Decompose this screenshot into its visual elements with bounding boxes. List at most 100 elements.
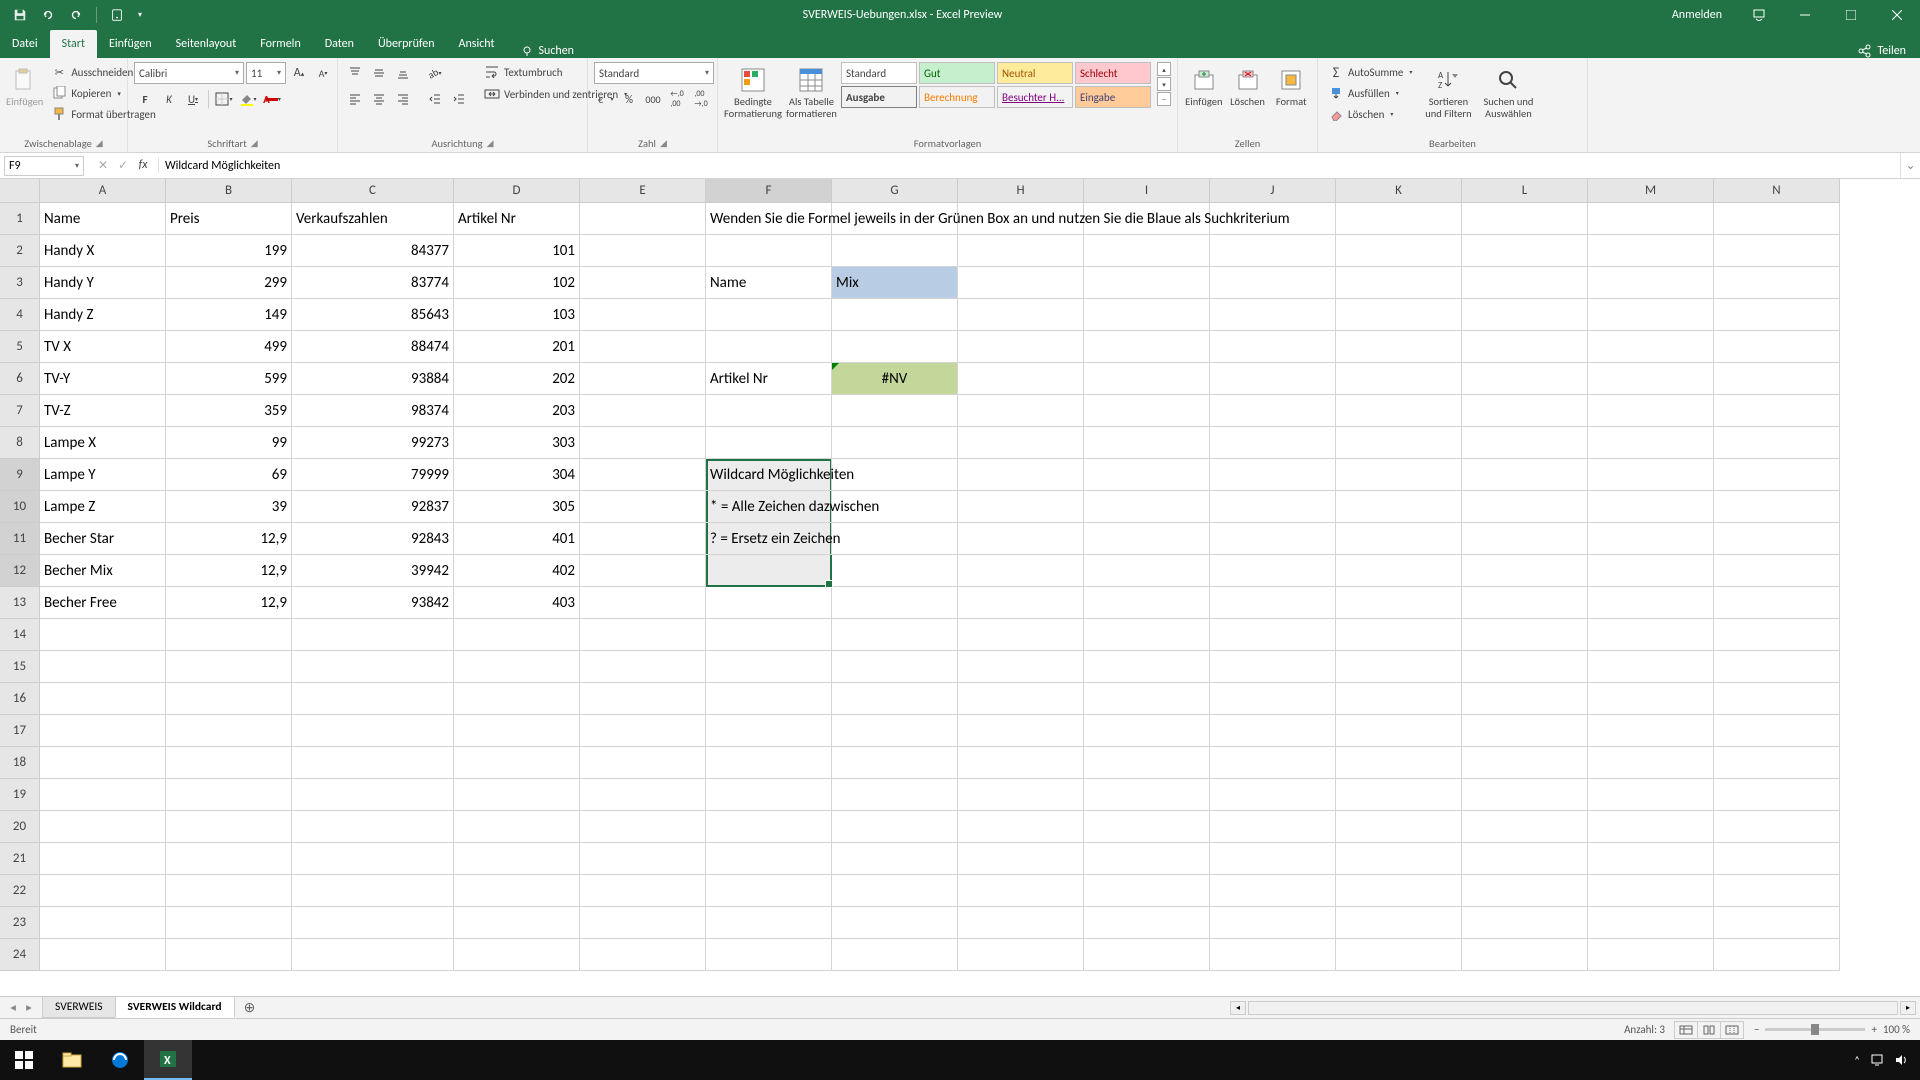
cell-A4[interactable]: Handy Z: [40, 299, 166, 331]
cell-F24[interactable]: [706, 939, 832, 971]
cell-G19[interactable]: [832, 779, 958, 811]
cell-H5[interactable]: [958, 331, 1084, 363]
cell-N7[interactable]: [1714, 395, 1840, 427]
cell-B14[interactable]: [166, 619, 292, 651]
cell-M10[interactable]: [1588, 491, 1714, 523]
tab-start[interactable]: Start: [50, 30, 97, 58]
cell-H20[interactable]: [958, 811, 1084, 843]
cell-B17[interactable]: [166, 715, 292, 747]
cell-H2[interactable]: [958, 235, 1084, 267]
cell-B4[interactable]: 149: [166, 299, 292, 331]
column-header-M[interactable]: M: [1588, 179, 1714, 203]
cell-N23[interactable]: [1714, 907, 1840, 939]
cell-L1[interactable]: [1462, 203, 1588, 235]
cell-A3[interactable]: Handy Y: [40, 267, 166, 299]
gallery-down-button[interactable]: ▾: [1157, 77, 1171, 91]
minimize-button[interactable]: [1782, 0, 1828, 30]
cell-G5[interactable]: [832, 331, 958, 363]
column-header-D[interactable]: D: [454, 179, 580, 203]
cell-J18[interactable]: [1210, 747, 1336, 779]
increase-decimal-button[interactable]: ←,0,00: [666, 88, 688, 110]
name-box[interactable]: F9▾: [4, 156, 84, 176]
cell-F21[interactable]: [706, 843, 832, 875]
cell-H13[interactable]: [958, 587, 1084, 619]
cell-N1[interactable]: [1714, 203, 1840, 235]
cell-H15[interactable]: [958, 651, 1084, 683]
cell-B19[interactable]: [166, 779, 292, 811]
cell-C7[interactable]: 98374: [292, 395, 454, 427]
gallery-up-button[interactable]: ▴: [1157, 62, 1171, 76]
zoom-slider[interactable]: [1765, 1028, 1865, 1031]
cell-J10[interactable]: [1210, 491, 1336, 523]
cell-D11[interactable]: 401: [454, 523, 580, 555]
cell-E12[interactable]: [580, 555, 706, 587]
cell-H4[interactable]: [958, 299, 1084, 331]
cell-I11[interactable]: [1084, 523, 1210, 555]
style-berechnung[interactable]: Berechnung: [919, 86, 995, 108]
cell-styles-gallery[interactable]: Standard Gut Neutral Schlecht Ausgabe Be…: [841, 62, 1151, 108]
row-header-4[interactable]: 4: [0, 299, 40, 331]
formula-input[interactable]: Wildcard Möglichkeiten: [159, 159, 1900, 173]
tab-ueberpruefen[interactable]: Überprüfen: [366, 30, 447, 58]
cell-A20[interactable]: [40, 811, 166, 843]
cell-F12[interactable]: [706, 555, 832, 587]
cell-B20[interactable]: [166, 811, 292, 843]
hscroll-right[interactable]: ▸: [1900, 1001, 1916, 1015]
alignment-launcher[interactable]: ◢: [487, 138, 494, 149]
cell-D6[interactable]: 202: [454, 363, 580, 395]
worksheet-grid[interactable]: ABCDEFGHIJKLMN1NamePreisVerkaufszahlenAr…: [0, 179, 1920, 996]
task-edge[interactable]: [96, 1040, 144, 1080]
cell-E6[interactable]: [580, 363, 706, 395]
cell-D8[interactable]: 303: [454, 427, 580, 459]
cell-H12[interactable]: [958, 555, 1084, 587]
zoom-level[interactable]: 100 %: [1883, 1023, 1910, 1036]
tab-daten[interactable]: Daten: [313, 30, 366, 58]
cell-M18[interactable]: [1588, 747, 1714, 779]
row-header-6[interactable]: 6: [0, 363, 40, 395]
cell-J16[interactable]: [1210, 683, 1336, 715]
cell-B16[interactable]: [166, 683, 292, 715]
cell-K15[interactable]: [1336, 651, 1462, 683]
fill-button[interactable]: Ausfüllen▾: [1324, 83, 1416, 103]
cell-D5[interactable]: 201: [454, 331, 580, 363]
cell-F6[interactable]: Artikel Nr: [706, 363, 832, 395]
row-header-10[interactable]: 10: [0, 491, 40, 523]
cell-N22[interactable]: [1714, 875, 1840, 907]
cell-J9[interactable]: [1210, 459, 1336, 491]
cell-E7[interactable]: [580, 395, 706, 427]
insert-cells-button[interactable]: Einfügen: [1184, 62, 1224, 132]
cell-E14[interactable]: [580, 619, 706, 651]
cell-E19[interactable]: [580, 779, 706, 811]
align-bottom-button[interactable]: [392, 62, 414, 84]
cell-C14[interactable]: [292, 619, 454, 651]
tab-seitenlayout[interactable]: Seitenlayout: [164, 30, 249, 58]
cell-N10[interactable]: [1714, 491, 1840, 523]
cell-H8[interactable]: [958, 427, 1084, 459]
cell-F11[interactable]: ? = Ersetz ein Zeichen: [706, 523, 832, 555]
cell-J15[interactable]: [1210, 651, 1336, 683]
font-family-combo[interactable]: Calibri▾: [134, 62, 244, 84]
delete-cells-button[interactable]: Löschen: [1228, 62, 1268, 132]
cell-L5[interactable]: [1462, 331, 1588, 363]
cell-G13[interactable]: [832, 587, 958, 619]
cell-E4[interactable]: [580, 299, 706, 331]
redo-button[interactable]: [64, 3, 88, 27]
cell-H6[interactable]: [958, 363, 1084, 395]
cell-D4[interactable]: 103: [454, 299, 580, 331]
cell-D2[interactable]: 101: [454, 235, 580, 267]
cell-I6[interactable]: [1084, 363, 1210, 395]
column-header-E[interactable]: E: [580, 179, 706, 203]
orientation-button[interactable]: ab▾: [424, 62, 446, 84]
cell-L17[interactable]: [1462, 715, 1588, 747]
cell-N14[interactable]: [1714, 619, 1840, 651]
cell-E8[interactable]: [580, 427, 706, 459]
cell-M3[interactable]: [1588, 267, 1714, 299]
cell-I15[interactable]: [1084, 651, 1210, 683]
italic-button[interactable]: K: [158, 88, 180, 110]
zoom-in-button[interactable]: +: [1871, 1023, 1876, 1036]
cell-L13[interactable]: [1462, 587, 1588, 619]
cell-D22[interactable]: [454, 875, 580, 907]
cell-K18[interactable]: [1336, 747, 1462, 779]
cell-D19[interactable]: [454, 779, 580, 811]
cell-J22[interactable]: [1210, 875, 1336, 907]
